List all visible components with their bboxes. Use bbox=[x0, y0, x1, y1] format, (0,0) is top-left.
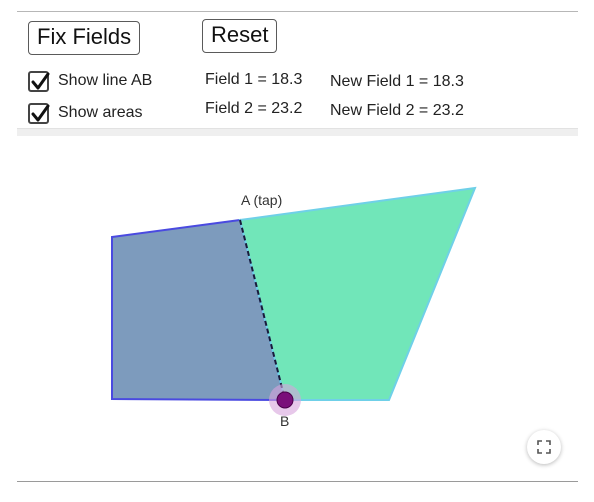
show-line-ab-toggle[interactable]: Show line AB bbox=[28, 68, 152, 94]
new-field-1-value: New Field 1 = 18.3 bbox=[330, 73, 464, 90]
show-areas-label: Show areas bbox=[58, 104, 143, 121]
top-divider bbox=[17, 11, 578, 12]
checkmark-icon bbox=[31, 72, 50, 89]
show-areas-toggle[interactable]: Show areas bbox=[28, 100, 143, 126]
fix-fields-button[interactable]: Fix Fields bbox=[28, 21, 141, 55]
field-1-value: Field 1 = 18.3 bbox=[205, 71, 303, 88]
field-2-value: Field 2 = 23.2 bbox=[205, 100, 303, 117]
show-line-ab-label: Show line AB bbox=[58, 72, 153, 89]
point-b[interactable] bbox=[276, 391, 294, 409]
point-a-label: A (tap) bbox=[241, 192, 282, 208]
geogebra-applet: Fix Fields Reset Show line AB Show areas… bbox=[0, 0, 594, 502]
fullscreen-icon bbox=[537, 440, 551, 454]
fullscreen-button[interactable] bbox=[527, 430, 561, 464]
graphics-view[interactable]: A (tap) B bbox=[17, 136, 578, 480]
reset-button[interactable]: Reset bbox=[202, 19, 278, 53]
panel-divider bbox=[17, 128, 578, 136]
point-b-label: B bbox=[280, 413, 289, 429]
bottom-divider bbox=[17, 481, 578, 482]
new-field-2-value: New Field 2 = 23.2 bbox=[330, 102, 464, 119]
checkmark-icon bbox=[31, 104, 50, 121]
show-areas-checkbox[interactable] bbox=[28, 102, 50, 124]
show-line-ab-checkbox[interactable] bbox=[28, 70, 50, 92]
